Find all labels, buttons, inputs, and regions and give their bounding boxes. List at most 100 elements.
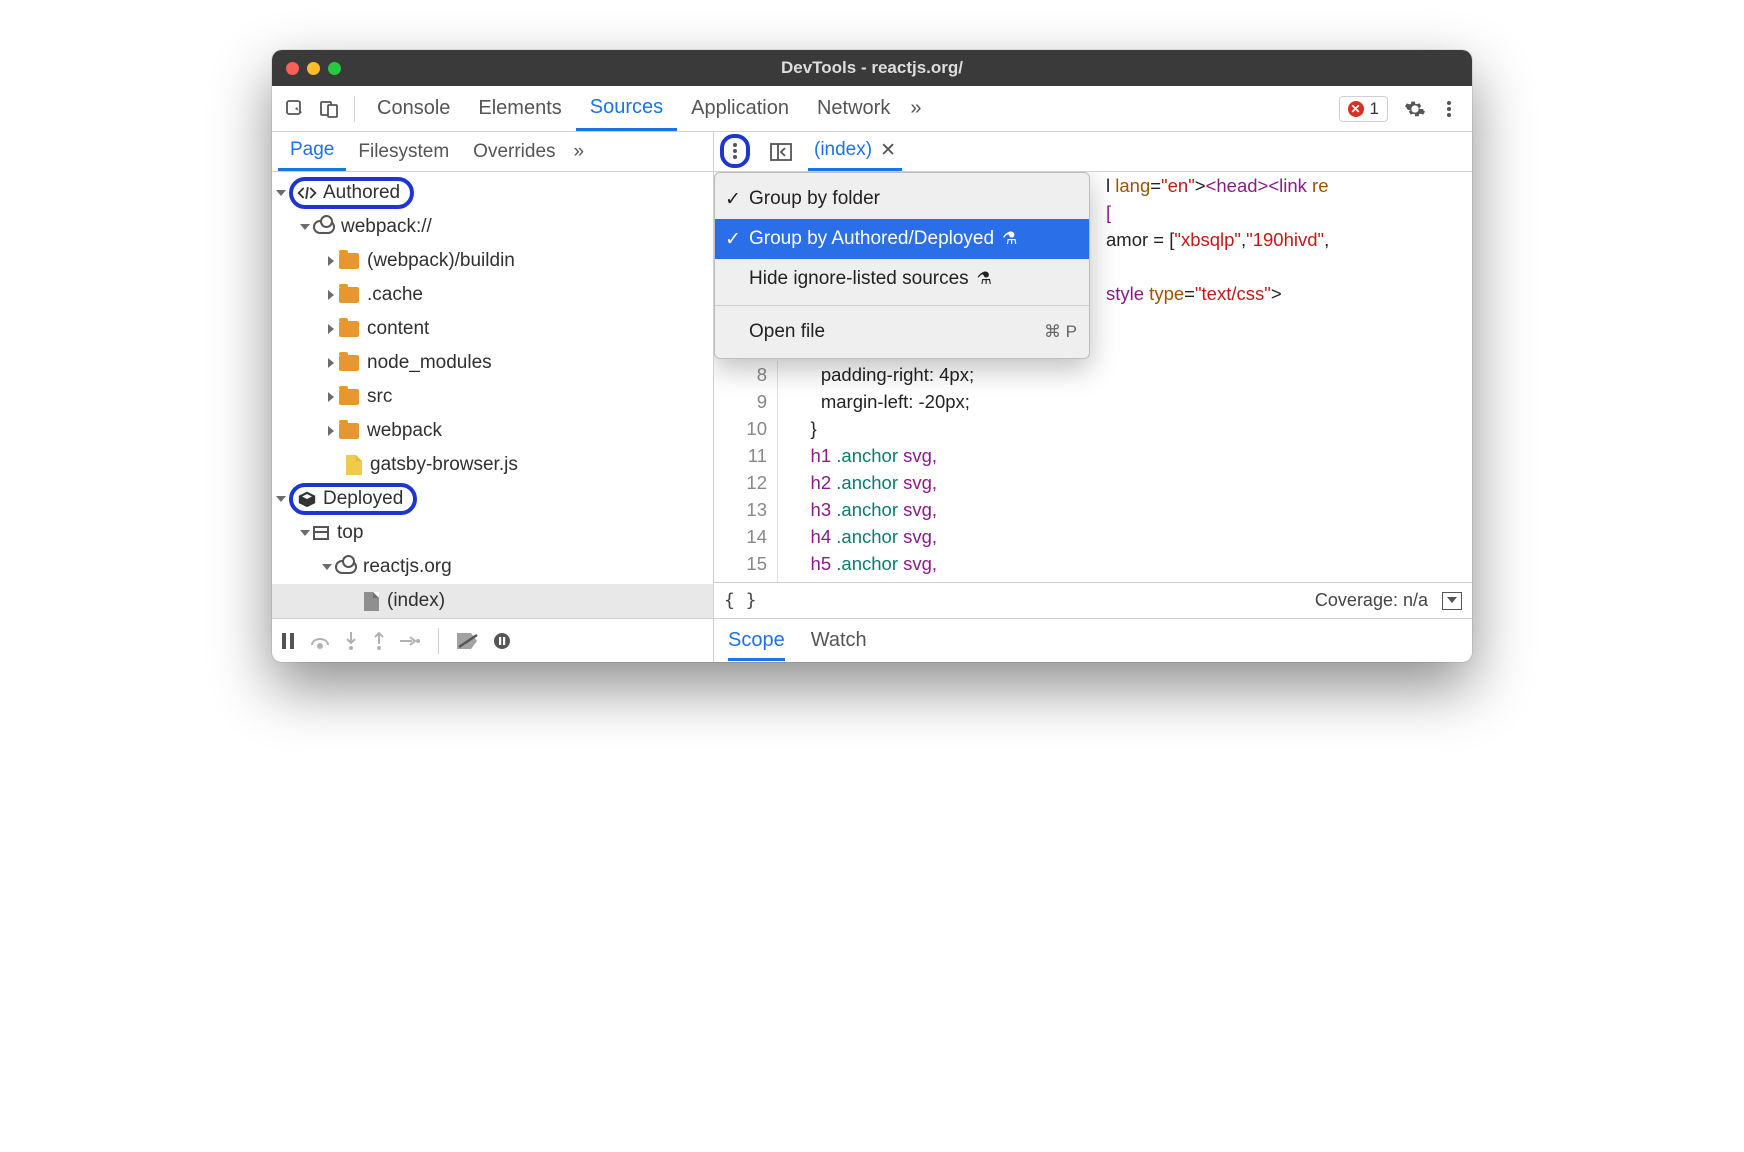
package-icon — [297, 490, 317, 508]
tree-folder[interactable]: (webpack)/buildin — [272, 244, 713, 278]
deactivate-breakpoints-icon[interactable] — [457, 633, 479, 649]
tree-deployed-group[interactable]: Deployed — [272, 482, 713, 516]
authored-highlight: Authored — [289, 177, 414, 209]
open-file-tab[interactable]: (index) ✕ — [808, 132, 902, 171]
menu-group-by-folder[interactable]: ✓Group by folder — [715, 179, 1089, 219]
code-icon — [297, 185, 317, 201]
error-count-pill[interactable]: ✕ 1 — [1339, 96, 1388, 122]
window-title: DevTools - reactjs.org/ — [272, 58, 1472, 78]
step-icon[interactable] — [400, 634, 420, 648]
traffic-lights — [272, 62, 341, 75]
caret-icon — [328, 358, 334, 368]
minimize-window-button[interactable] — [307, 62, 320, 75]
debugger-panels: Scope Watch — [714, 618, 1472, 662]
panel-scope[interactable]: Scope — [728, 629, 785, 661]
kebab-menu-icon[interactable] — [1432, 92, 1466, 126]
menu-open-file[interactable]: Open file⌘ P — [715, 312, 1089, 352]
devtools-window: DevTools - reactjs.org/ Console Elements… — [272, 50, 1472, 662]
settings-gear-icon[interactable] — [1398, 92, 1432, 126]
tabs-overflow-icon[interactable]: » — [904, 86, 927, 131]
close-window-button[interactable] — [286, 62, 299, 75]
tree-folder[interactable]: node_modules — [272, 346, 713, 380]
coverage-label: Coverage: n/a — [1315, 590, 1428, 611]
sources-options-menu: ✓Group by folder ✓Group by Authored/Depl… — [714, 172, 1090, 359]
cloud-icon — [335, 560, 357, 574]
pause-icon[interactable] — [280, 633, 296, 649]
deployed-highlight: Deployed — [289, 483, 417, 515]
cloud-icon — [313, 220, 335, 234]
editor-statusbar: { } Coverage: n/a — [714, 582, 1472, 618]
webpack-label: webpack:// — [341, 216, 432, 238]
caret-icon — [328, 392, 334, 402]
navigator-toggle-icon[interactable] — [764, 135, 798, 169]
deployed-label: Deployed — [323, 488, 403, 510]
subtab-overrides[interactable]: Overrides — [461, 132, 567, 171]
code-editor[interactable]: l lang="en"><head><link re [ amor = ["xb… — [714, 172, 1472, 662]
caret-icon — [276, 190, 286, 196]
step-over-icon[interactable] — [310, 633, 330, 649]
separator — [354, 96, 355, 122]
collapse-panel-icon[interactable] — [1442, 592, 1462, 610]
tree-folder[interactable]: .cache — [272, 278, 713, 312]
tab-application[interactable]: Application — [677, 86, 803, 131]
tree-folder[interactable]: content — [272, 312, 713, 346]
flask-icon: ⚗ — [1002, 229, 1017, 249]
tree-file[interactable]: gatsby-browser.js — [272, 448, 713, 482]
caret-icon — [300, 530, 310, 536]
caret-icon — [328, 324, 334, 334]
folder-icon — [339, 423, 359, 439]
caret-icon — [300, 224, 310, 230]
tree-index-file[interactable]: (index) — [272, 584, 713, 618]
shortcut-label: ⌘ P — [1044, 322, 1077, 342]
titlebar: DevTools - reactjs.org/ — [272, 50, 1472, 86]
tree-authored-group[interactable]: Authored — [272, 176, 713, 210]
tree-folder[interactable]: src — [272, 380, 713, 414]
js-file-icon — [346, 455, 362, 475]
tab-network[interactable]: Network — [803, 86, 904, 131]
navigator-sidebar: Authored webpack:// (webpack)/buildin .c… — [272, 172, 714, 662]
tab-sources[interactable]: Sources — [576, 86, 677, 131]
document-icon — [364, 592, 379, 611]
subtab-page[interactable]: Page — [278, 132, 346, 171]
debugger-toolbar — [272, 618, 713, 662]
inspect-element-icon[interactable] — [278, 92, 312, 126]
caret-icon — [276, 496, 286, 502]
zoom-window-button[interactable] — [328, 62, 341, 75]
tree-top-frame[interactable]: top — [272, 516, 713, 550]
sources-more-menu-button[interactable] — [720, 134, 750, 168]
sources-subbar: Page Filesystem Overrides » (index) ✕ — [272, 132, 1472, 172]
authored-label: Authored — [323, 182, 400, 204]
error-dot-icon: ✕ — [1348, 101, 1364, 117]
caret-icon — [322, 564, 332, 570]
tree-webpack[interactable]: webpack:// — [272, 210, 713, 244]
caret-icon — [328, 426, 334, 436]
pause-on-exceptions-icon[interactable] — [493, 632, 511, 650]
panel-watch[interactable]: Watch — [811, 629, 867, 652]
tree-folder[interactable]: webpack — [272, 414, 713, 448]
caret-icon — [328, 256, 334, 266]
menu-hide-ignore-listed[interactable]: Hide ignore-listed sources⚗ — [715, 259, 1089, 299]
open-file-label: (index) — [814, 139, 872, 161]
tab-console[interactable]: Console — [363, 86, 464, 131]
menu-divider — [715, 305, 1089, 306]
step-into-icon[interactable] — [344, 632, 358, 650]
subtab-filesystem[interactable]: Filesystem — [346, 132, 461, 171]
folder-icon — [339, 287, 359, 303]
frame-icon — [313, 526, 329, 540]
flask-icon: ⚗ — [977, 269, 992, 289]
close-file-icon[interactable]: ✕ — [880, 139, 896, 162]
folder-icon — [339, 389, 359, 405]
folder-icon — [339, 253, 359, 269]
device-toolbar-icon[interactable] — [312, 92, 346, 126]
subtab-overflow-icon[interactable]: » — [568, 132, 591, 171]
devtools-tabbar: Console Elements Sources Application Net… — [272, 86, 1472, 132]
menu-group-by-authored[interactable]: ✓Group by Authored/Deployed⚗ — [715, 219, 1089, 259]
pretty-print-icon[interactable]: { } — [724, 590, 757, 611]
tree-origin[interactable]: reactjs.org — [272, 550, 713, 584]
tab-elements[interactable]: Elements — [464, 86, 575, 131]
folder-icon — [339, 321, 359, 337]
caret-icon — [328, 290, 334, 300]
step-out-icon[interactable] — [372, 632, 386, 650]
error-count: 1 — [1370, 99, 1379, 119]
folder-icon — [339, 355, 359, 371]
